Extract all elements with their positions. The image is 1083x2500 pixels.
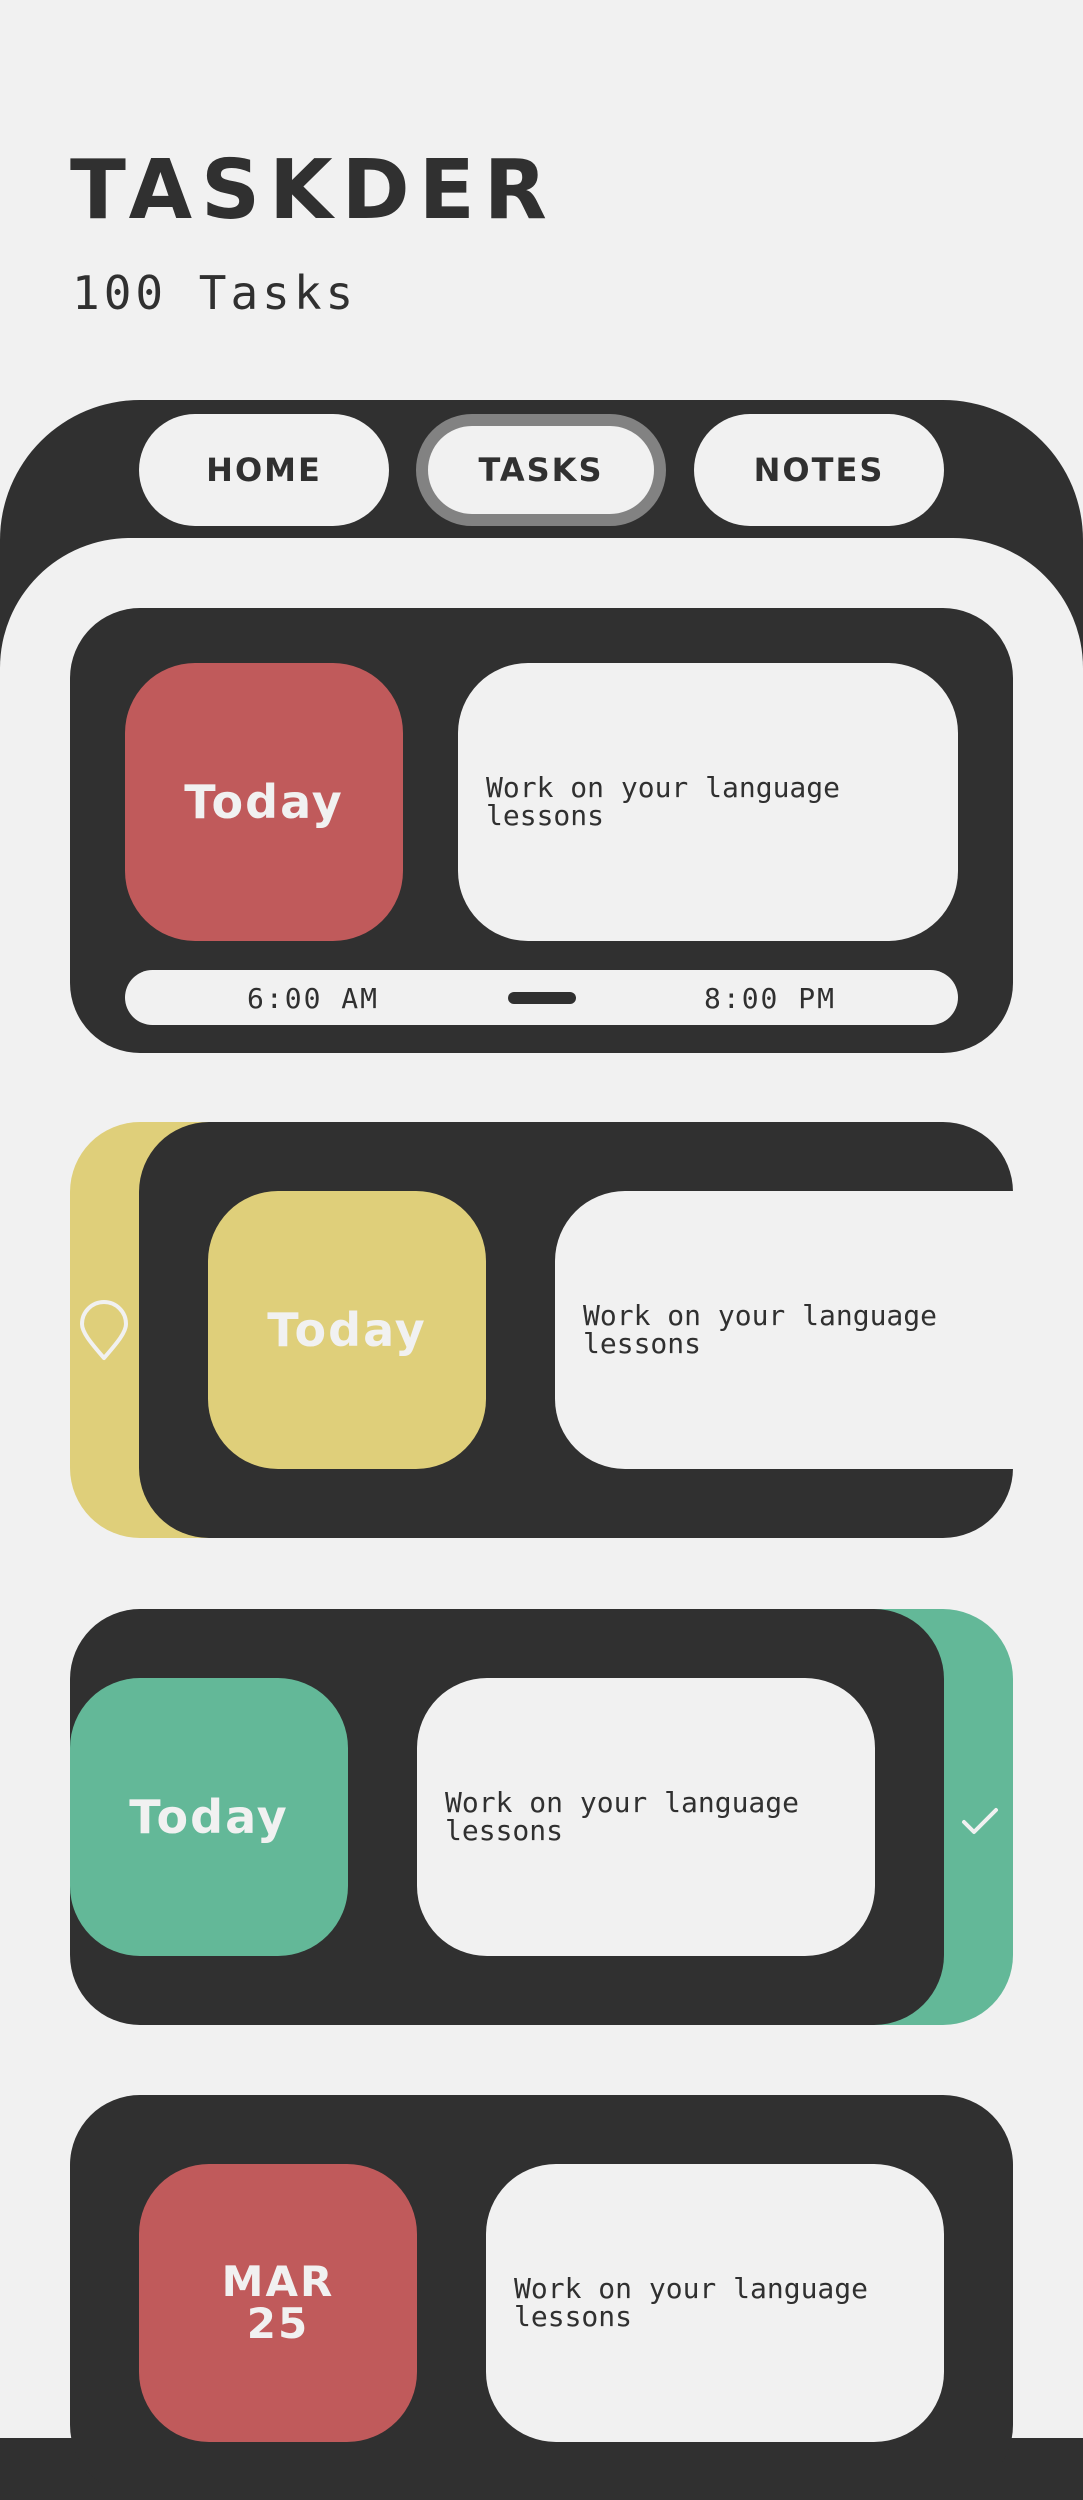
task-text-box: Work on your language lessons [486,2164,944,2442]
time-end: 8:00 PM [703,982,836,1015]
task-text-box: Work on your language lessons [417,1678,875,1956]
task-text: Work on your language lessons [445,1786,800,1847]
location-pin-icon[interactable] [78,1300,130,1362]
task-text: Work on your language lessons [486,771,841,832]
task-day-badge: Today [70,1678,348,1956]
time-range-bar[interactable]: 6:00 AM 8:00 PM [125,970,958,1025]
task-day-badge: Today [125,663,403,941]
tab-notes[interactable]: NOTES [694,414,944,526]
check-icon[interactable] [961,1806,999,1836]
task-date-badge: MAR 25 [139,2164,417,2442]
time-start: 6:00 AM [247,982,380,1015]
task-day-label: Today [184,775,344,829]
time-range-handle[interactable] [508,992,576,1004]
tab-home[interactable]: HOME [139,414,389,526]
task-day-label: Today [129,1790,289,1844]
task-count: 100 Tasks [72,266,358,320]
task-day-label: Today [267,1303,427,1357]
tab-tasks[interactable]: TASKS [416,414,666,526]
task-text: Work on your language lessons [514,2272,869,2333]
task-text-box: Work on your language lessons [458,663,958,941]
task-text: Work on your language lessons [583,1299,938,1360]
task-date-month: MAR [221,2257,335,2306]
task-day-badge: Today [208,1191,486,1469]
task-text-box: Work on your language lessons [555,1191,1013,1469]
task-date-day: 25 [246,2299,310,2348]
app-title: TASKDER [70,143,556,238]
